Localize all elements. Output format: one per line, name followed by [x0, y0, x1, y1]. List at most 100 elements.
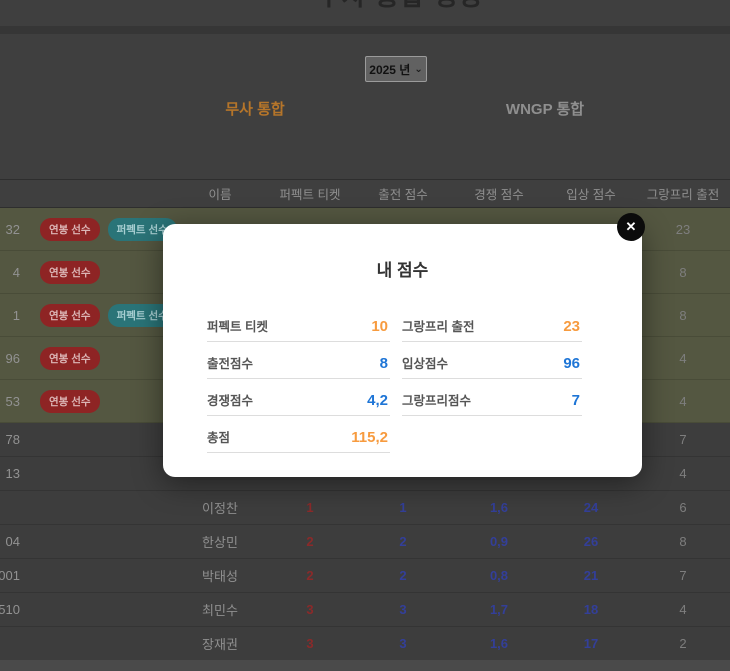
badge-salary: 연봉 선수 [40, 304, 100, 327]
row-gp: 4 [640, 466, 726, 481]
score-field-value: 115,2 [351, 429, 388, 446]
row-id: 78 [0, 432, 30, 447]
score-field-value: 7 [572, 392, 580, 409]
row-badges: 연봉 선수 [30, 347, 170, 370]
score-field-label: 입상점수 [402, 353, 448, 372]
score-field: 입상점수 96 [402, 342, 582, 379]
score-field-label: 총점 [207, 427, 230, 446]
row-id: 96 [0, 351, 30, 366]
score-field-value: 8 [380, 355, 388, 372]
row-gp: 4 [640, 394, 726, 409]
score-field-label: 출전점수 [207, 353, 253, 372]
row-prize: 17 [542, 636, 640, 651]
year-select[interactable]: 2025 년 ⌄ [365, 56, 427, 82]
row-gp: 4 [640, 602, 726, 617]
score-field-value: 23 [563, 318, 580, 335]
score-field: 경쟁점수 4,2 [207, 379, 390, 416]
row-badges: 연봉 선수퍼펙트 선수 [30, 218, 170, 241]
footer-strip [0, 660, 730, 671]
table-row: 04한상민220,9268 [0, 525, 730, 559]
score-field-value: 4,2 [367, 392, 388, 409]
row-name: 장재권 [170, 634, 270, 653]
row-gp: 8 [640, 308, 726, 323]
row-prize: 21 [542, 568, 640, 583]
row-ticket: 1 [270, 500, 350, 515]
row-name: 이정찬 [170, 498, 270, 517]
score-fields: 퍼펙트 티켓10 그랑프리 출전 23 출전점수 8 입상점수 96 경쟁점수 4,2 그랑프리점… [207, 305, 642, 453]
score-field: 퍼펙트 티켓10 [207, 305, 390, 342]
row-gp: 8 [640, 534, 726, 549]
row-entry: 2 [350, 534, 456, 549]
col-header-entry: 출전 점수 [350, 184, 456, 203]
row-badges: 연봉 선수 [30, 261, 170, 284]
row-gp: 6 [640, 500, 726, 515]
row-id: 1 [0, 308, 30, 323]
table-row: 이정찬111,6246 [0, 491, 730, 525]
badge-salary: 연봉 선수 [40, 390, 100, 413]
row-gp: 4 [640, 351, 726, 366]
row-ticket: 3 [270, 602, 350, 617]
badge-salary: 연봉 선수 [40, 218, 100, 241]
score-field: 출전점수 8 [207, 342, 390, 379]
score-field-value: 96 [563, 355, 580, 372]
row-gp: 2 [640, 636, 726, 651]
row-compete: 0,8 [456, 568, 542, 583]
table-header-row: 이름 퍼펙트 티켓 출전 점수 경쟁 점수 입상 점수 그랑프리 출전 [0, 180, 730, 208]
col-header-gp: 그랑프리 출전 [640, 184, 726, 203]
row-prize: 26 [542, 534, 640, 549]
row-id: 32 [0, 222, 30, 237]
row-badges: 연봉 선수 [30, 390, 170, 413]
badge-salary: 연봉 선수 [40, 347, 100, 370]
table-row: 001박태성220,8217 [0, 559, 730, 593]
row-gp: 7 [640, 568, 726, 583]
row-ticket: 3 [270, 636, 350, 651]
col-header-prize: 입상 점수 [542, 184, 640, 203]
row-id: 510 [0, 602, 30, 617]
row-badges: 연봉 선수퍼펙트 선수 [30, 304, 170, 327]
score-field-label: 그랑프리점수 [402, 390, 471, 409]
score-field-label: 경쟁점수 [207, 390, 253, 409]
tab-musa-total[interactable]: 무사 통합 [110, 92, 400, 125]
row-id: 13 [0, 466, 30, 481]
row-name: 최민수 [170, 600, 270, 619]
row-ticket: 2 [270, 534, 350, 549]
row-gp: 23 [640, 222, 726, 237]
row-compete: 0,9 [456, 534, 542, 549]
table-row: 장재권331,6172 [0, 627, 730, 661]
score-field: 총점 115,2 [207, 416, 390, 453]
row-name: 한상민 [170, 532, 270, 551]
row-compete: 1,7 [456, 602, 542, 617]
row-gp: 7 [640, 432, 726, 447]
tab-wngp-total[interactable]: WNGP 통합 [400, 92, 690, 125]
row-compete: 1,6 [456, 500, 542, 515]
table-row: 510최민수331,7184 [0, 593, 730, 627]
row-entry: 1 [350, 500, 456, 515]
col-header-ticket: 퍼펙트 티켓 [270, 184, 350, 203]
score-field: 그랑프리점수 7 [402, 379, 582, 416]
my-score-modal: ✕ 내 점수 퍼펙트 티켓10그랑프리 출전23출전점수8입상점수96경쟁점수4… [163, 224, 642, 477]
row-gp: 8 [640, 265, 726, 280]
close-icon[interactable]: ✕ [617, 213, 645, 241]
row-name: 박태성 [170, 566, 270, 585]
row-prize: 18 [542, 602, 640, 617]
score-field: 그랑프리 출전 23 [402, 305, 582, 342]
row-entry: 3 [350, 636, 456, 651]
row-entry: 2 [350, 568, 456, 583]
row-id: 001 [0, 568, 30, 583]
col-header-name: 이름 [170, 184, 270, 203]
year-select-value: 2025 년 [369, 61, 410, 78]
score-field-label: 그랑프리 출전 [402, 316, 474, 335]
row-entry: 3 [350, 602, 456, 617]
col-header-compete: 경쟁 점수 [456, 184, 542, 203]
score-field-value: 10 [371, 318, 388, 335]
score-field-empty [402, 416, 582, 453]
chevron-down-icon: ⌄ [414, 64, 422, 75]
row-ticket: 2 [270, 568, 350, 583]
badge-salary: 연봉 선수 [40, 261, 100, 284]
header-divider [0, 26, 730, 34]
page-title: 무사 통합 랭킹 [0, 0, 730, 13]
row-id: 53 [0, 394, 30, 409]
modal-title: 내 점수 [163, 256, 642, 281]
row-id: 4 [0, 265, 30, 280]
row-compete: 1,6 [456, 636, 542, 651]
